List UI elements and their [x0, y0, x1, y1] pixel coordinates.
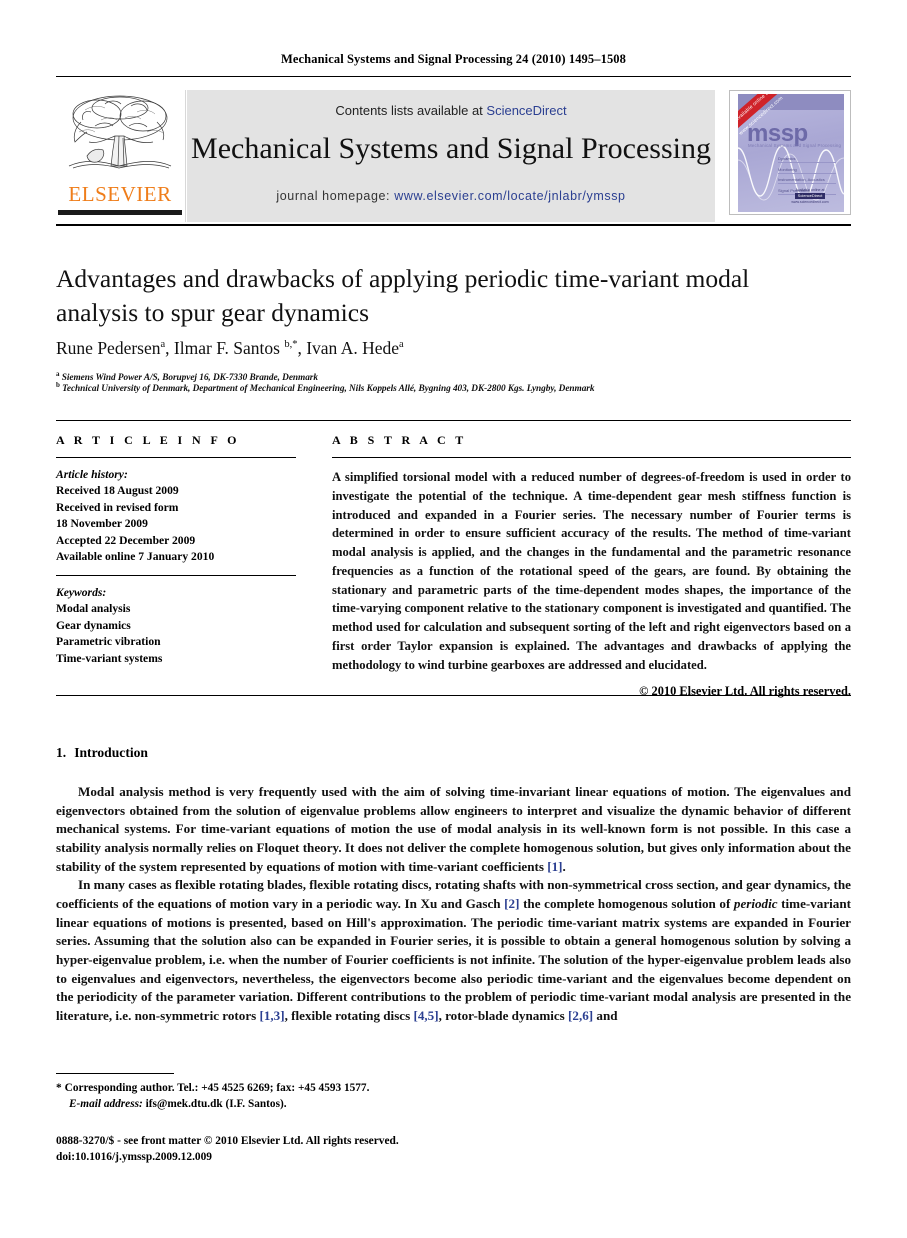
author-name: Ivan A. Hede [306, 338, 400, 358]
journal-homepage-line: journal homepage: www.elsevier.com/locat… [187, 189, 715, 203]
affiliation-text: Technical University of Denmark, Departm… [62, 384, 595, 395]
paragraph: In many cases as flexible rotating blade… [56, 876, 851, 1025]
article-history-item: 18 November 2009 [56, 517, 148, 531]
citation-link[interactable]: [2] [504, 896, 519, 911]
email-line: E-mail address: ifs@mek.dtu.dk (I.F. San… [56, 1096, 556, 1112]
emphasis-text: periodic [733, 895, 778, 911]
abstract-block-bottom-divider [56, 695, 851, 696]
cover-sciencedirect-badge: Available online at ScienceDirect www.sc… [782, 188, 838, 205]
keyword-item: Modal analysis [56, 602, 131, 616]
paragraph-text: time-variant linear equations of motions… [56, 895, 851, 1023]
article-history-item: Accepted 22 December 2009 [56, 533, 196, 547]
article-info-heading: A R T I C L E I N F O [56, 433, 240, 447]
section-title: Introduction [74, 745, 148, 760]
affiliation-mark: b [56, 381, 60, 389]
author-affiliation-mark: a [160, 339, 166, 351]
author-affiliation-mark[interactable]: b,* [284, 339, 297, 350]
article-info-heading-divider [56, 457, 296, 458]
cover-toc-item: Monitoring [778, 167, 836, 174]
abstract-text: A simplified torsional model with a redu… [332, 470, 851, 672]
affiliation-b: b Technical University of Denmark, Depar… [56, 381, 856, 394]
doi-line[interactable]: doi:10.1016/j.ymssp.2009.12.009 [56, 1151, 212, 1163]
keyword-item: Gear dynamics [56, 618, 131, 632]
homepage-prefix: journal homepage: [276, 189, 395, 203]
elsevier-bar [58, 210, 182, 215]
issn-copyright-block: 0888-3270/$ - see front matter © 2010 El… [56, 1133, 656, 1165]
citation-link[interactable]: [1] [547, 859, 562, 874]
abstract-block-top-divider [56, 420, 851, 421]
paragraph-text: the complete homogenous solution of [519, 895, 734, 911]
elsevier-wordmark: ELSEVIER [68, 182, 172, 206]
affiliation-mark: a [56, 370, 60, 378]
article-history-item: Available online 7 January 2010 [56, 550, 215, 564]
contents-prefix: Contents lists available at [335, 103, 487, 118]
masthead-divider [56, 224, 851, 226]
author-affiliation-mark: a [399, 339, 404, 351]
elsevier-logo: ELSEVIER [56, 90, 186, 222]
author-name: Rune Pedersen [56, 338, 161, 358]
author-list: Rune Pedersena, Ilmar F. Santos b,*, Iva… [56, 338, 404, 358]
footnote-block: * Corresponding author. Tel.: +45 4525 62… [56, 1080, 556, 1113]
citation-link[interactable]: [2,6] [568, 1008, 593, 1023]
abstract-heading: A B S T R A C T [332, 433, 467, 447]
paragraph-text: Modal analysis method is very frequently… [56, 784, 851, 874]
cover-subtitle: Mechanical Systems and Signal Processing [748, 143, 842, 148]
homepage-url-link[interactable]: www.elsevier.com/locate/jnlabr/ymssp [394, 189, 625, 203]
citation-link[interactable]: [1,3] [260, 1008, 285, 1023]
paragraph: Modal analysis method is very frequently… [56, 783, 851, 876]
keyword-item: Parametric vibration [56, 635, 161, 649]
cover-badge-chip: ScienceDirect [794, 193, 826, 200]
journal-banner: Contents lists available at ScienceDirec… [187, 90, 715, 222]
section-heading-introduction: 1. Introduction [56, 745, 148, 761]
cover-toc-item: Instrumentation, Acoustics [778, 177, 836, 184]
page-title: Advantages and drawbacks of applying per… [56, 264, 750, 327]
article-history-item: Received in revised form [56, 500, 179, 514]
contents-available-line: Contents lists available at ScienceDirec… [187, 103, 715, 118]
article-history-label: Article history: [56, 468, 128, 481]
cover-badge-top: Available online at [795, 188, 825, 192]
keywords-label: Keywords: [56, 585, 107, 599]
journal-cover-thumbnail: Available online at www.sciencedirect.co… [729, 90, 851, 215]
paragraph-text: . [562, 858, 566, 874]
section-number: 1. [56, 745, 67, 760]
keywords-divider [56, 574, 296, 576]
paragraph-text: , flexible rotating discs [284, 1007, 414, 1023]
email-address[interactable]: ifs@mek.dtu.dk (I.F. Santos). [146, 1098, 287, 1110]
keyword-item: Time-variant systems [56, 651, 163, 665]
journal-masthead: ELSEVIER Contents lists available at Sci… [56, 90, 851, 222]
paper-page: Mechanical Systems and Signal Processing… [0, 0, 907, 1238]
introduction-body: Modal analysis method is very frequently… [56, 783, 851, 1026]
keywords-block: Keywords: Modal analysis Gear dynamics P… [56, 585, 296, 667]
cover-toc-item: Dynamics [778, 156, 836, 163]
issn-line: 0888-3270/$ - see front matter © 2010 El… [56, 1135, 399, 1147]
author-name: Ilmar F. Santos [173, 338, 280, 358]
abstract-copyright: © 2010 Elsevier Ltd. All rights reserved… [639, 684, 851, 699]
article-history-item: Received 18 August 2009 [56, 484, 179, 498]
corresponding-author-mark: * [56, 1082, 62, 1094]
corresponding-author-text: Corresponding author. Tel.: +45 4525 626… [64, 1082, 370, 1094]
header-divider [56, 76, 851, 77]
running-head: Mechanical Systems and Signal Processing… [280, 52, 626, 66]
article-history: Article history: Received 18 August 2009… [56, 467, 296, 566]
cover-badge-bottom: www.sciencedirect.com [791, 199, 829, 204]
paragraph-text: and [593, 1007, 618, 1023]
cover-art: Available online at www.sciencedirect.co… [738, 94, 844, 212]
citation-link[interactable]: [4,5] [413, 1008, 438, 1023]
abstract-column: A B S T R A C T A simplified torsional m… [332, 433, 851, 699]
journal-title: Mechanical Systems and Signal Processing [191, 132, 711, 165]
email-label: E-mail address: [69, 1098, 143, 1111]
article-info-column: A R T I C L E I N F O Article history: R… [56, 433, 296, 667]
sciencedirect-link[interactable]: ScienceDirect [486, 103, 566, 118]
elsevier-tree-icon [68, 95, 172, 169]
abstract-heading-divider [332, 457, 851, 458]
footnote-divider [56, 1073, 174, 1074]
paragraph-text: , rotor-blade dynamics [438, 1007, 569, 1023]
